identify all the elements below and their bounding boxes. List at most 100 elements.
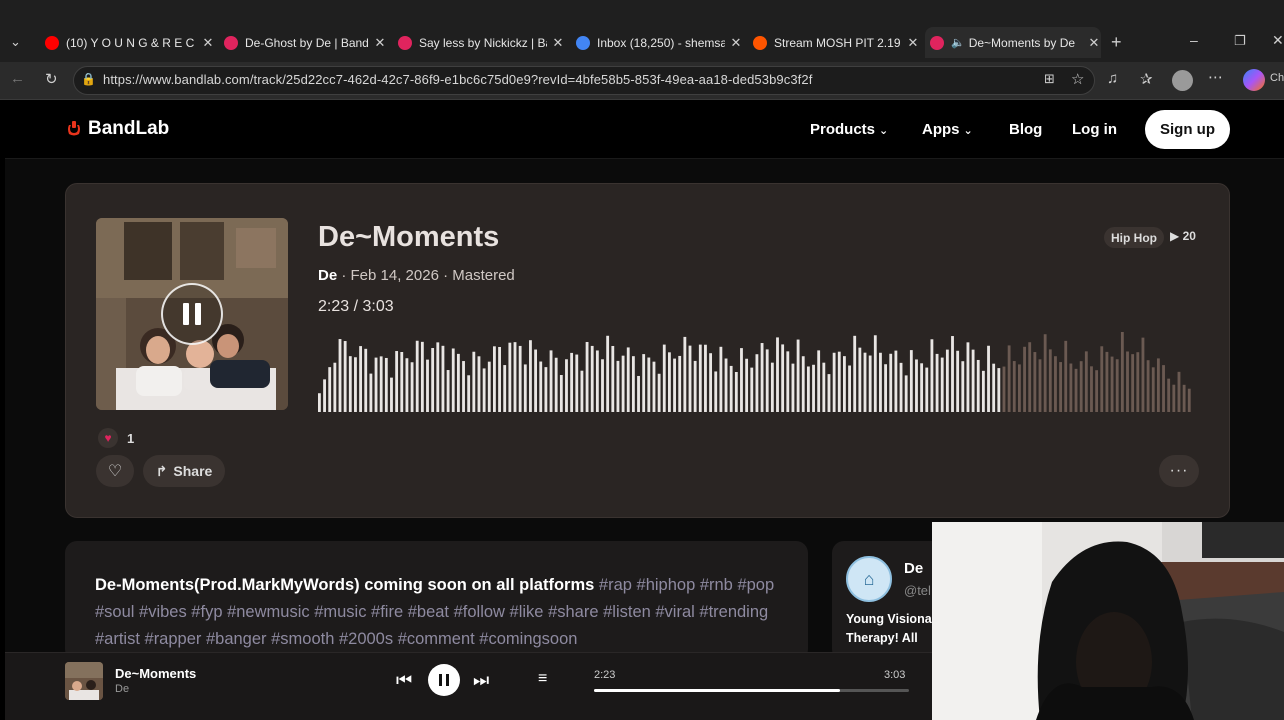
waveform-bar [843,356,846,412]
artist-avatar[interactable]: ⌂ [846,556,892,602]
tab-title: (10) Y O U N G & R E C I [66,36,197,50]
waveform-bar [992,363,996,412]
waveform-bar [426,359,429,412]
browser-tab[interactable]: 🔈 De~Moments by De ✕ [925,27,1101,58]
app-install-icon[interactable]: ⊞ [1044,71,1055,87]
player-duration: 3:03 [884,669,906,681]
waveform-bar [745,358,749,412]
waveform-bar [945,349,949,412]
waveform-bar [863,352,867,412]
bandlab-logo-icon [68,121,80,136]
speaker-icon[interactable]: 🔈 [951,36,965,49]
close-tab-icon[interactable]: ✕ [1087,35,1101,51]
webcam-feed [932,522,1284,720]
gmail-icon [576,36,590,50]
browser-tab[interactable]: Inbox (18,250) - shemsa ✕ [571,31,743,55]
nav-products[interactable]: Products ⌄ [810,121,888,138]
close-window-button[interactable]: ✕ [1272,32,1284,49]
nav-login[interactable]: Log in [1072,121,1117,138]
waveform-bar [441,345,445,412]
bookmark-star-icon[interactable]: ☆ [1071,70,1084,88]
time-separator: / [349,298,363,315]
nav-apps[interactable]: Apps ⌄ [922,121,973,138]
tab-search-icon[interactable]: ⌄ [10,34,21,50]
player-thumbnail[interactable] [65,662,103,700]
like-button[interactable]: ♡ [96,455,134,487]
site-info-icon[interactable]: 🔒 [81,72,96,86]
waveform-bar [529,340,532,412]
back-icon[interactable]: ← [10,70,25,87]
waveform-bar [523,364,527,412]
menu-icon[interactable]: ⋯ [1208,68,1223,86]
waveform-bar [1162,365,1165,412]
artist-name[interactable]: De [904,560,923,577]
waveform-bar [904,375,908,412]
new-tab-button[interactable]: + [1111,32,1122,53]
player-artist[interactable]: De [115,683,129,695]
browser-tab[interactable]: De-Ghost by De | BandL ✕ [219,31,387,55]
queue-icon[interactable]: ≡ [538,670,547,688]
close-tab-icon[interactable]: ✕ [373,35,387,51]
waveform-bar [724,358,728,412]
waveform-bar [446,370,450,412]
url-text[interactable]: https://www.bandlab.com/track/25d22cc7-4… [103,72,812,87]
waveform-bar [565,359,568,412]
waveform-bar [451,348,455,412]
waveform[interactable] [318,320,1193,412]
close-tab-icon[interactable]: ✕ [906,35,920,51]
waveform-bar [534,349,538,412]
browser-tab[interactable]: (10) Y O U N G & R E C I ✕ [40,31,215,55]
next-track-icon[interactable]: ⏭ [473,670,489,691]
bandlab-logo[interactable]: BandLab [64,118,169,140]
player-progress-fill [594,689,840,692]
nav-blog[interactable]: Blog [1009,121,1042,138]
waveform-bar [858,347,862,412]
copilot-icon[interactable] [1243,69,1265,91]
browser-tab[interactable]: Say less by Nickickz | Ba ✕ [393,31,565,55]
waveform-bar [472,351,476,412]
chevron-down-icon: ⌄ [879,125,889,137]
share-button[interactable]: ↱ Share [143,455,225,487]
more-options-button[interactable]: ··· [1159,455,1199,487]
genre-tag[interactable]: Hip Hop [1104,227,1164,248]
media-control-icon[interactable]: ♫ [1107,70,1118,87]
browser-tab[interactable]: Stream MOSH PIT 2.19 b ✕ [748,31,920,55]
waveform-bar [1126,351,1129,412]
waveform-bar [925,367,929,412]
waveform-bar [1043,334,1047,412]
waveform-bar [467,375,471,412]
player-title[interactable]: De~Moments [115,666,196,681]
minimize-button[interactable]: – [1190,32,1198,48]
cover-pause-button[interactable] [161,283,223,345]
profile-avatar[interactable] [1172,70,1193,91]
waveform-bar [832,352,836,412]
close-tab-icon[interactable]: ✕ [551,35,565,51]
waveform-bar [776,337,779,412]
close-tab-icon[interactable]: ✕ [729,35,743,51]
favorites-icon[interactable]: ✰ [1140,70,1153,88]
nav-apps-label: Apps [922,121,960,138]
tab-title: Say less by Nickickz | Ba [419,36,547,50]
waveform-bar [595,350,599,412]
signup-button[interactable]: Sign up [1145,110,1230,149]
player-progress-bar[interactable] [594,689,909,692]
waveform-bar [678,355,682,412]
waveform-bar [987,345,990,412]
track-artist-link[interactable]: De [318,267,337,284]
reload-icon[interactable]: ↻ [45,70,58,88]
waveform-bar [1018,364,1021,412]
waveform-bar [631,356,635,412]
player-pause-button[interactable] [428,664,460,696]
waveform-bar [616,360,620,412]
waveform-bar [611,345,615,412]
previous-track-icon[interactable]: ⏮ [396,670,412,691]
restore-button[interactable]: ❐ [1234,33,1246,49]
waveform-bar [1038,359,1042,412]
waveform-bar [1007,345,1011,412]
copilot-label[interactable]: Ch [1270,72,1284,84]
description-text: De-Moments(Prod.MarkMyWords) coming soon… [95,572,775,653]
close-tab-icon[interactable]: ✕ [201,35,215,51]
waveform-bar [1100,346,1104,412]
webcam-overlay [932,522,1284,720]
likes-count: 1 [127,430,135,446]
